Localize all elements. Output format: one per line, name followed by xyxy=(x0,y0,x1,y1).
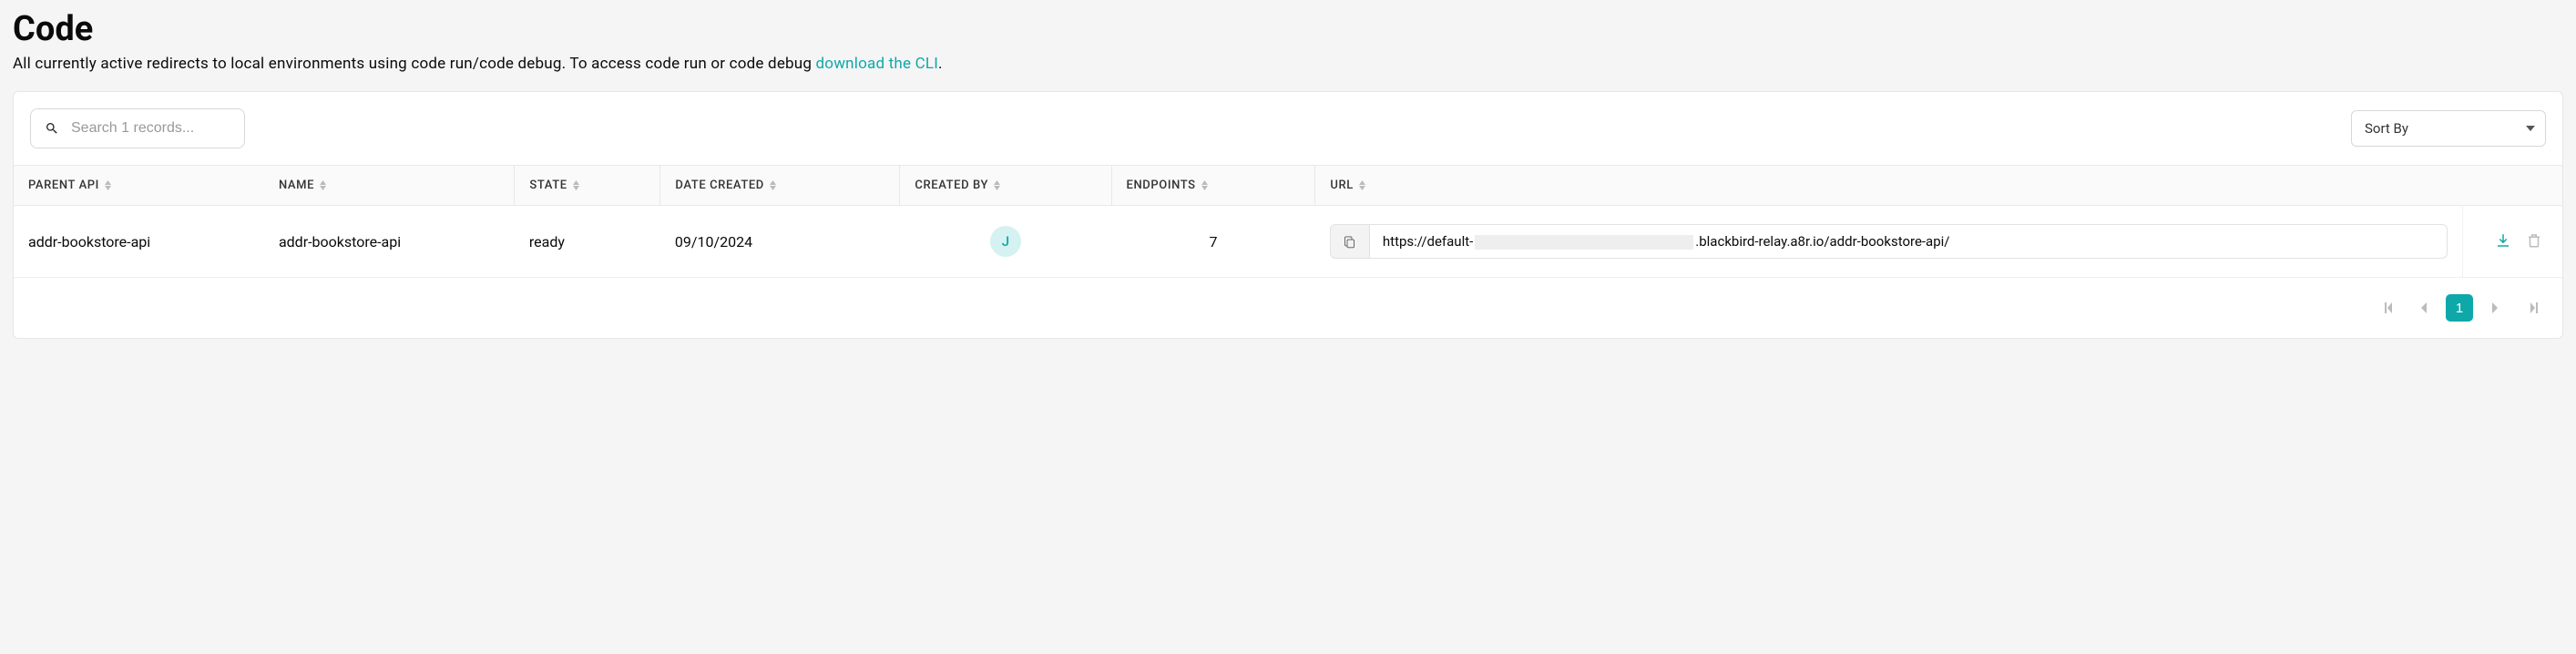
cell-name: addr-bookstore-api xyxy=(264,206,515,278)
col-url[interactable]: URL xyxy=(1315,166,2462,206)
chevron-right-icon xyxy=(2492,302,2499,313)
page-next-button[interactable] xyxy=(2482,294,2510,322)
page-first-button[interactable] xyxy=(2373,294,2400,322)
sort-arrows-icon xyxy=(573,180,579,190)
cell-url: https://default- .blackbird-relay.a8r.io/… xyxy=(1315,206,2462,278)
url-redacted xyxy=(1475,235,1693,250)
cell-date-created: 09/10/2024 xyxy=(660,206,900,278)
col-date-created[interactable]: DATE CREATED xyxy=(660,166,900,206)
avatar: J xyxy=(990,226,1021,257)
chevron-first-icon xyxy=(2385,302,2392,313)
download-button[interactable] xyxy=(2489,227,2517,257)
sort-by-select[interactable]: Sort By xyxy=(2351,110,2546,147)
sort-arrows-icon xyxy=(320,180,326,190)
table-row: addr-bookstore-api addr-bookstore-api re… xyxy=(14,206,2562,278)
subtitle-suffix: . xyxy=(938,55,943,73)
cell-parent-api: addr-bookstore-api xyxy=(14,206,264,278)
copy-url-button[interactable] xyxy=(1330,224,1370,259)
cell-endpoints: 7 xyxy=(1111,206,1315,278)
cell-created-by: J xyxy=(900,206,1111,278)
sort-arrows-icon xyxy=(1201,180,1208,190)
col-state[interactable]: STATE xyxy=(515,166,660,206)
col-created-by-label: CREATED BY xyxy=(915,179,988,192)
records-card: Sort By PARENT API NAM xyxy=(13,91,2563,339)
cell-state: ready xyxy=(515,206,660,278)
download-icon xyxy=(2495,232,2511,249)
col-parent-api[interactable]: PARENT API xyxy=(14,166,264,206)
page-number-button[interactable]: 1 xyxy=(2446,294,2473,322)
col-state-label: STATE xyxy=(529,179,567,192)
page-prev-button[interactable] xyxy=(2409,294,2437,322)
sort-by-label: Sort By xyxy=(2365,120,2408,137)
chevron-left-icon xyxy=(2419,302,2427,313)
col-endpoints-label: ENDPOINTS xyxy=(1127,179,1196,192)
pagination: 1 xyxy=(14,278,2562,338)
url-suffix: .blackbird-relay.a8r.io/addr-bookstore-a… xyxy=(1695,233,1949,250)
search-input[interactable] xyxy=(30,108,245,148)
url-value: https://default- .blackbird-relay.a8r.io/… xyxy=(1370,224,2448,259)
chevron-last-icon xyxy=(2530,302,2538,313)
col-name[interactable]: NAME xyxy=(264,166,515,206)
col-actions xyxy=(2462,166,2562,206)
trash-icon xyxy=(2526,232,2542,249)
page-title: Code xyxy=(13,9,2563,49)
sort-arrows-icon xyxy=(1359,180,1365,190)
col-created-by[interactable]: CREATED BY xyxy=(900,166,1111,206)
col-endpoints[interactable]: ENDPOINTS xyxy=(1111,166,1315,206)
search-icon xyxy=(45,121,59,136)
subtitle-text: All currently active redirects to local … xyxy=(13,55,816,73)
sort-arrows-icon xyxy=(994,180,1000,190)
col-parent-api-label: PARENT API xyxy=(28,179,99,192)
url-prefix: https://default- xyxy=(1383,233,1473,250)
sort-arrows-icon xyxy=(105,180,111,190)
col-name-label: NAME xyxy=(279,179,314,192)
delete-button[interactable] xyxy=(2520,227,2548,257)
download-cli-link[interactable]: download the CLI xyxy=(816,55,939,73)
col-url-label: URL xyxy=(1330,179,1354,192)
page-subtitle: All currently active redirects to local … xyxy=(13,55,2563,73)
cell-actions xyxy=(2462,206,2562,278)
sort-arrows-icon xyxy=(770,180,776,190)
copy-icon xyxy=(1343,234,1356,250)
records-table: PARENT API NAME xyxy=(14,165,2562,278)
col-date-created-label: DATE CREATED xyxy=(675,179,763,192)
page-last-button[interactable] xyxy=(2519,294,2546,322)
